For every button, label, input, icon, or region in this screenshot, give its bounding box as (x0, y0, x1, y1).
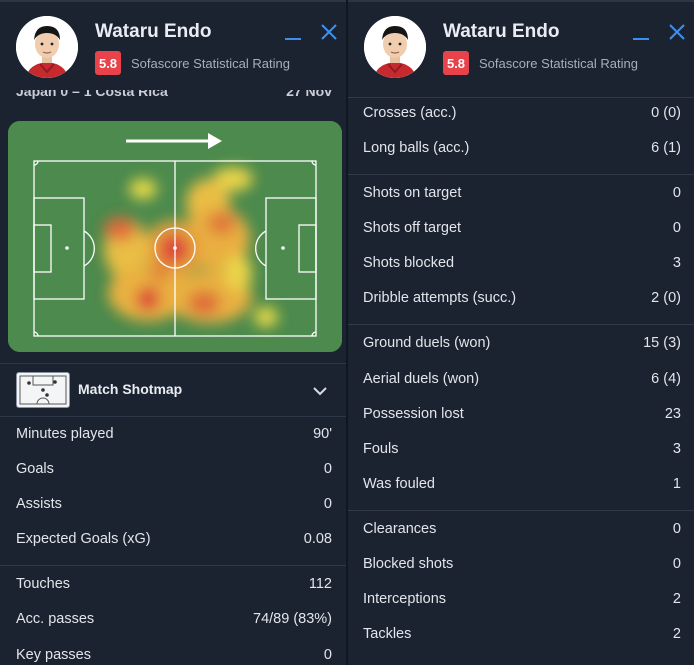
chevron-down-icon[interactable] (312, 383, 328, 396)
stat-label: Key passes (16, 647, 91, 663)
player-name: Wataru Endo (443, 21, 560, 42)
stat-value: 0 (672, 220, 681, 236)
player-header: Wataru Endo 5.8 Sofascore Statistical Ra… (0, 0, 346, 92)
stat-label: Shots on target (363, 185, 462, 201)
stat-label: Touches (16, 576, 71, 592)
stat-label: Crosses (acc.) (363, 105, 457, 121)
close-button[interactable] (668, 23, 686, 41)
match-shotmap-toggle[interactable]: Match Shotmap (0, 363, 346, 417)
stat-value: 0 (323, 461, 332, 477)
stat-label: Dribble attempts (succ.) (363, 290, 517, 306)
match-result-row: Japan 0 – 1 Costa Rica 27 Nov (16, 90, 332, 102)
player-header: Wataru Endo 5.8 Sofascore Statistical Ra… (348, 0, 694, 92)
stat-label: Aerial duels (won) (363, 371, 480, 387)
minus-icon (632, 38, 650, 40)
rating-badge: 5.8 (443, 51, 469, 75)
stat-label: Minutes played (16, 426, 114, 442)
stat-value: 15 (3) (643, 335, 681, 351)
stat-row: Minutes played 90' (16, 424, 332, 444)
stat-label: Blocked shots (363, 556, 454, 572)
stat-label: Assists (16, 496, 62, 512)
stat-value: 3 (672, 255, 681, 271)
stat-row: Shots off target 0 (363, 218, 681, 238)
player-heatmap (8, 121, 342, 352)
stat-label: Shots blocked (363, 255, 455, 271)
stat-label: Fouls (363, 441, 399, 457)
stat-value: 2 (672, 626, 681, 642)
stat-row: Goals 0 (16, 459, 332, 479)
stat-row: Possession lost 23 (363, 404, 681, 424)
stat-value: 74/89 (83%) (253, 611, 332, 627)
stat-row: Crosses (acc.) 0 (0) (363, 103, 681, 123)
minimize-button[interactable] (632, 30, 650, 48)
stat-value: 0 (672, 521, 681, 537)
shotmap-pitch-icon (16, 372, 70, 408)
stat-value: 90' (313, 426, 332, 442)
stat-label: Was fouled (363, 476, 435, 492)
stat-label: Shots off target (363, 220, 462, 236)
minus-icon (284, 38, 302, 40)
section-divider (0, 565, 346, 566)
stat-row: Dribble attempts (succ.) 2 (0) (363, 288, 681, 308)
section-divider (348, 97, 694, 98)
player-avatar (16, 16, 78, 78)
stat-row: Long balls (acc.) 6 (1) (363, 138, 681, 158)
stat-label: Goals (16, 461, 54, 477)
stat-value: 23 (664, 406, 681, 422)
stat-row: Aerial duels (won) 6 (4) (363, 369, 681, 389)
section-divider (348, 510, 694, 511)
stat-row: Clearances 0 (363, 519, 681, 539)
rating-label: Sofascore Statistical Rating (131, 56, 290, 71)
close-button[interactable] (320, 23, 338, 41)
stat-row: Key passes 0 (16, 645, 332, 665)
stat-row: Shots on target 0 (363, 183, 681, 203)
stat-value: 0 (323, 496, 332, 512)
stat-value: 6 (1) (651, 140, 681, 156)
player-avatar (364, 16, 426, 78)
stat-row: Tackles 2 (363, 624, 681, 644)
stat-row: Was fouled 1 (363, 474, 681, 494)
match-date-text: 27 Nov (286, 90, 332, 99)
player-name: Wataru Endo (95, 21, 212, 42)
stat-value: 112 (308, 576, 332, 592)
stat-row: Ground duels (won) 15 (3) (363, 333, 681, 353)
stat-label: Acc. passes (16, 611, 95, 627)
close-icon (321, 24, 337, 40)
stat-row: Acc. passes 74/89 (83%) (16, 609, 332, 629)
stat-value: 0.08 (303, 531, 332, 547)
match-score-text: Japan 0 – 1 Costa Rica (16, 90, 168, 99)
close-icon (669, 24, 685, 40)
player-stats-panel-left: Wataru Endo 5.8 Sofascore Statistical Ra… (0, 0, 346, 665)
stat-value: 0 (0) (651, 105, 681, 121)
stat-row: Interceptions 2 (363, 589, 681, 609)
stat-value: 3 (672, 441, 681, 457)
stat-value: 0 (672, 556, 681, 572)
rating-badge: 5.8 (95, 51, 121, 75)
stat-label: Tackles (363, 626, 412, 642)
player-stats-panel-right: Wataru Endo 5.8 Sofascore Statistical Ra… (348, 0, 694, 665)
stat-label: Expected Goals (xG) (16, 531, 151, 547)
stat-label: Ground duels (won) (363, 335, 491, 351)
stat-label: Possession lost (363, 406, 464, 422)
stat-value: 1 (672, 476, 681, 492)
stat-value: 0 (672, 185, 681, 201)
stat-label: Interceptions (363, 591, 447, 607)
stat-row: Blocked shots 0 (363, 554, 681, 574)
stat-label: Clearances (363, 521, 437, 537)
stat-value: 6 (4) (651, 371, 681, 387)
minimize-button[interactable] (284, 30, 302, 48)
stat-row: Assists 0 (16, 494, 332, 514)
stat-value: 2 (672, 591, 681, 607)
stat-value: 2 (0) (651, 290, 681, 306)
stat-row: Expected Goals (xG) 0.08 (16, 529, 332, 549)
rating-label: Sofascore Statistical Rating (479, 56, 638, 71)
shotmap-label: Match Shotmap (78, 381, 183, 397)
stat-row: Shots blocked 3 (363, 253, 681, 273)
stat-value: 0 (323, 647, 332, 663)
section-divider (348, 324, 694, 325)
section-divider (348, 174, 694, 175)
stat-row: Touches 112 (16, 574, 332, 594)
stat-label: Long balls (acc.) (363, 140, 470, 156)
stat-row: Fouls 3 (363, 439, 681, 459)
